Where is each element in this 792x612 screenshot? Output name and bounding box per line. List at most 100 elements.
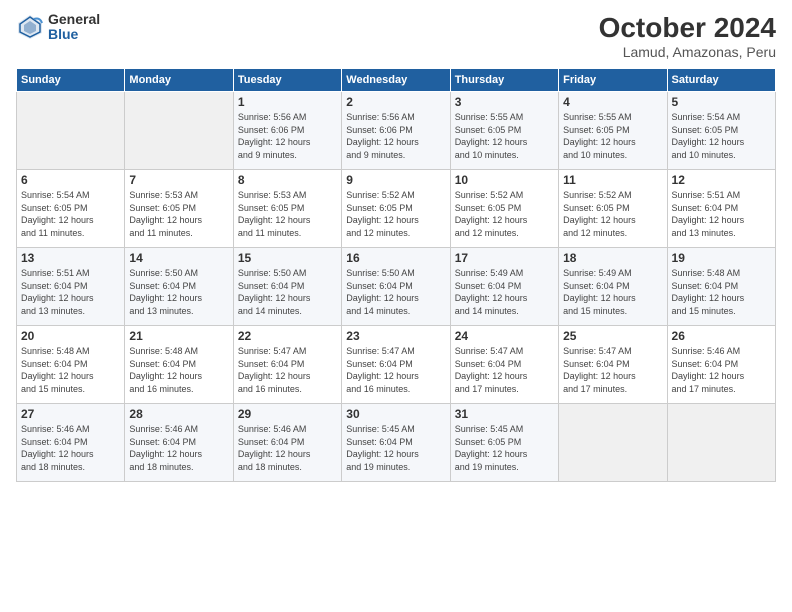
day-number: 12: [672, 173, 771, 187]
day-number: 8: [238, 173, 337, 187]
cell-w5-d1: 28Sunrise: 5:46 AM Sunset: 6:04 PM Dayli…: [125, 404, 233, 482]
calendar-body: 1 Sunrise: 5:56 AM Sunset: 6:06 PM Daylig…: [17, 92, 776, 482]
day-number: 23: [346, 329, 445, 343]
col-wednesday: Wednesday: [342, 69, 450, 92]
cell-w3-d1: 14Sunrise: 5:50 AM Sunset: 6:04 PM Dayli…: [125, 248, 233, 326]
cell-w2-d2: 8 Sunrise: 5:53 AM Sunset: 6:05 PM Daylig…: [233, 170, 341, 248]
day-number: 17: [455, 251, 554, 265]
day-number: 11: [563, 173, 662, 187]
day-info: Sunrise: 5:55 AM Sunset: 6:05 PM Dayligh…: [455, 111, 554, 161]
week-row-5: 27 Sunrise: 5:46 AM Sunset: 6:04 PM Dayli…: [17, 404, 776, 482]
cell-w1-d3: 2Sunrise: 5:56 AM Sunset: 6:06 PM Daylig…: [342, 92, 450, 170]
cell-w4-d1: 21 Sunrise: 5:48 AM Sunset: 6:04 PM Dayli…: [125, 326, 233, 404]
col-tuesday: Tuesday: [233, 69, 341, 92]
day-number: 26: [672, 329, 771, 343]
header-row: Sunday Monday Tuesday Wednesday Thursday…: [17, 69, 776, 92]
day-number: 18: [563, 251, 662, 265]
page-title: October 2024: [599, 12, 776, 44]
day-info: Sunrise: 5:46 AM Sunset: 6:04 PM Dayligh…: [672, 345, 771, 395]
day-number: 19: [672, 251, 771, 265]
week-row-3: 13 Sunrise: 5:51 AM Sunset: 6:04 PM Dayli…: [17, 248, 776, 326]
day-number: 9: [346, 173, 445, 187]
cell-w2-d5: 11 Sunrise: 5:52 AM Sunset: 6:05 PM Dayli…: [559, 170, 667, 248]
calendar-table: Sunday Monday Tuesday Wednesday Thursday…: [16, 68, 776, 482]
day-number: 7: [129, 173, 228, 187]
cell-w2-d6: 12 Sunrise: 5:51 AM Sunset: 6:04 PM Dayli…: [667, 170, 775, 248]
day-number: 20: [21, 329, 120, 343]
cell-w2-d3: 9Sunrise: 5:52 AM Sunset: 6:05 PM Daylig…: [342, 170, 450, 248]
day-number: 27: [21, 407, 120, 421]
day-number: 2: [346, 95, 445, 109]
cell-w3-d6: 19 Sunrise: 5:48 AM Sunset: 6:04 PM Dayli…: [667, 248, 775, 326]
day-number: 5: [672, 95, 771, 109]
day-info: Sunrise: 5:53 AM Sunset: 6:05 PM Dayligh…: [129, 189, 228, 239]
cell-w4-d4: 24Sunrise: 5:47 AM Sunset: 6:04 PM Dayli…: [450, 326, 558, 404]
day-info: Sunrise: 5:52 AM Sunset: 6:05 PM Dayligh…: [455, 189, 554, 239]
cell-w4-d2: 22Sunrise: 5:47 AM Sunset: 6:04 PM Dayli…: [233, 326, 341, 404]
page: General Blue October 2024 Lamud, Amazona…: [0, 0, 792, 612]
cell-w1-d1: [125, 92, 233, 170]
day-number: 3: [455, 95, 554, 109]
logo-icon: [16, 13, 44, 41]
day-info: Sunrise: 5:53 AM Sunset: 6:05 PM Dayligh…: [238, 189, 337, 239]
cell-w4-d6: 26 Sunrise: 5:46 AM Sunset: 6:04 PM Dayli…: [667, 326, 775, 404]
col-friday: Friday: [559, 69, 667, 92]
day-number: 10: [455, 173, 554, 187]
day-number: 13: [21, 251, 120, 265]
logo-text: General Blue: [48, 12, 100, 43]
day-info: Sunrise: 5:51 AM Sunset: 6:04 PM Dayligh…: [672, 189, 771, 239]
day-info: Sunrise: 5:52 AM Sunset: 6:05 PM Dayligh…: [563, 189, 662, 239]
cell-w5-d0: 27 Sunrise: 5:46 AM Sunset: 6:04 PM Dayli…: [17, 404, 125, 482]
col-monday: Monday: [125, 69, 233, 92]
day-info: Sunrise: 5:55 AM Sunset: 6:05 PM Dayligh…: [563, 111, 662, 161]
cell-w2-d0: 6Sunrise: 5:54 AM Sunset: 6:05 PM Daylig…: [17, 170, 125, 248]
day-info: Sunrise: 5:48 AM Sunset: 6:04 PM Dayligh…: [21, 345, 120, 395]
cell-w1-d5: 4Sunrise: 5:55 AM Sunset: 6:05 PM Daylig…: [559, 92, 667, 170]
day-info: Sunrise: 5:45 AM Sunset: 6:05 PM Dayligh…: [455, 423, 554, 473]
day-number: 16: [346, 251, 445, 265]
cell-w1-d4: 3 Sunrise: 5:55 AM Sunset: 6:05 PM Daylig…: [450, 92, 558, 170]
col-thursday: Thursday: [450, 69, 558, 92]
day-info: Sunrise: 5:46 AM Sunset: 6:04 PM Dayligh…: [21, 423, 120, 473]
cell-w5-d3: 30 Sunrise: 5:45 AM Sunset: 6:04 PM Dayli…: [342, 404, 450, 482]
day-number: 1: [238, 95, 337, 109]
day-number: 30: [346, 407, 445, 421]
logo: General Blue: [16, 12, 100, 43]
cell-w5-d2: 29Sunrise: 5:46 AM Sunset: 6:04 PM Dayli…: [233, 404, 341, 482]
day-info: Sunrise: 5:51 AM Sunset: 6:04 PM Dayligh…: [21, 267, 120, 317]
day-info: Sunrise: 5:47 AM Sunset: 6:04 PM Dayligh…: [346, 345, 445, 395]
cell-w3-d4: 17 Sunrise: 5:49 AM Sunset: 6:04 PM Dayli…: [450, 248, 558, 326]
cell-w4-d0: 20 Sunrise: 5:48 AM Sunset: 6:04 PM Dayli…: [17, 326, 125, 404]
day-info: Sunrise: 5:49 AM Sunset: 6:04 PM Dayligh…: [563, 267, 662, 317]
day-info: Sunrise: 5:46 AM Sunset: 6:04 PM Dayligh…: [238, 423, 337, 473]
day-info: Sunrise: 5:48 AM Sunset: 6:04 PM Dayligh…: [672, 267, 771, 317]
cell-w4-d5: 25Sunrise: 5:47 AM Sunset: 6:04 PM Dayli…: [559, 326, 667, 404]
col-saturday: Saturday: [667, 69, 775, 92]
week-row-4: 20 Sunrise: 5:48 AM Sunset: 6:04 PM Dayli…: [17, 326, 776, 404]
cell-w2-d4: 10 Sunrise: 5:52 AM Sunset: 6:05 PM Dayli…: [450, 170, 558, 248]
cell-w3-d5: 18 Sunrise: 5:49 AM Sunset: 6:04 PM Dayli…: [559, 248, 667, 326]
day-info: Sunrise: 5:56 AM Sunset: 6:06 PM Dayligh…: [238, 111, 337, 161]
day-info: Sunrise: 5:54 AM Sunset: 6:05 PM Dayligh…: [21, 189, 120, 239]
cell-w4-d3: 23 Sunrise: 5:47 AM Sunset: 6:04 PM Dayli…: [342, 326, 450, 404]
week-row-2: 6Sunrise: 5:54 AM Sunset: 6:05 PM Daylig…: [17, 170, 776, 248]
cell-w1-d0: [17, 92, 125, 170]
day-info: Sunrise: 5:50 AM Sunset: 6:04 PM Dayligh…: [129, 267, 228, 317]
day-info: Sunrise: 5:50 AM Sunset: 6:04 PM Dayligh…: [238, 267, 337, 317]
cell-w2-d1: 7 Sunrise: 5:53 AM Sunset: 6:05 PM Daylig…: [125, 170, 233, 248]
day-info: Sunrise: 5:49 AM Sunset: 6:04 PM Dayligh…: [455, 267, 554, 317]
logo-blue-text: Blue: [48, 27, 100, 42]
day-info: Sunrise: 5:47 AM Sunset: 6:04 PM Dayligh…: [563, 345, 662, 395]
day-number: 21: [129, 329, 228, 343]
day-number: 22: [238, 329, 337, 343]
day-number: 28: [129, 407, 228, 421]
cell-w1-d6: 5Sunrise: 5:54 AM Sunset: 6:05 PM Daylig…: [667, 92, 775, 170]
cell-w5-d5: [559, 404, 667, 482]
col-sunday: Sunday: [17, 69, 125, 92]
title-block: October 2024 Lamud, Amazonas, Peru: [599, 12, 776, 60]
day-info: Sunrise: 5:45 AM Sunset: 6:04 PM Dayligh…: [346, 423, 445, 473]
day-number: 15: [238, 251, 337, 265]
day-info: Sunrise: 5:47 AM Sunset: 6:04 PM Dayligh…: [455, 345, 554, 395]
day-info: Sunrise: 5:48 AM Sunset: 6:04 PM Dayligh…: [129, 345, 228, 395]
calendar-header: Sunday Monday Tuesday Wednesday Thursday…: [17, 69, 776, 92]
